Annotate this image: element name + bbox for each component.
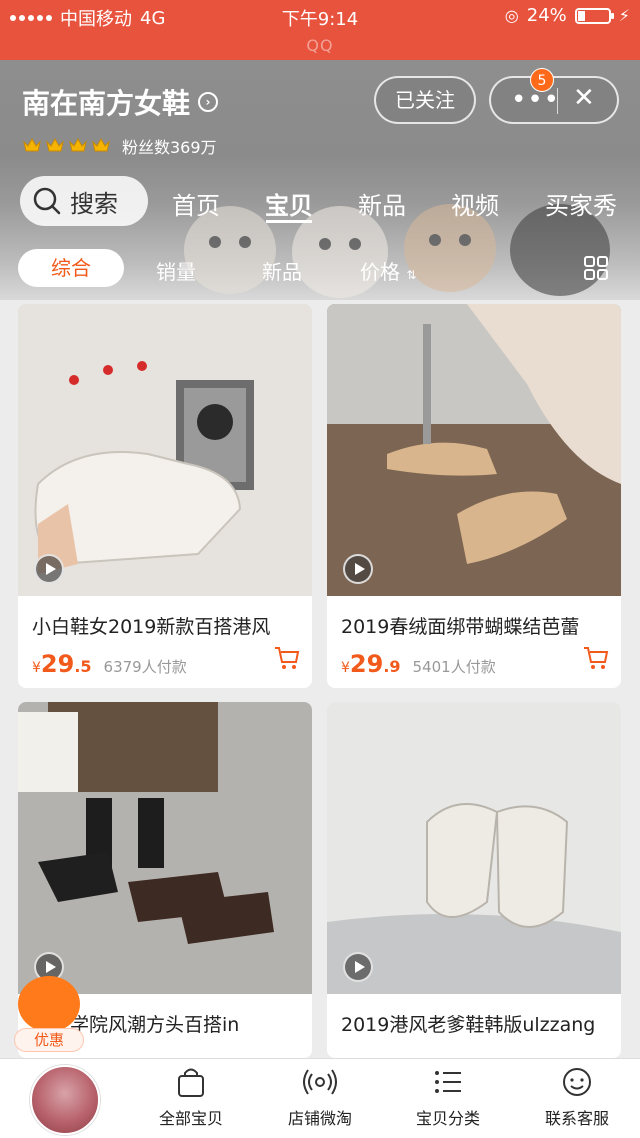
promo-floating-button[interactable]: 优惠: [14, 976, 84, 1056]
fans-count: 粉丝数369万: [122, 138, 217, 157]
tab-buyer-show[interactable]: 买家秀: [545, 186, 617, 221]
bottom-nav-all-items[interactable]: 全部宝贝: [136, 1065, 246, 1129]
capsule-divider: [557, 88, 558, 114]
promo-label: 优惠: [14, 1028, 84, 1052]
product-image: [327, 304, 621, 596]
product-title: 小白鞋女2019新款百搭港风: [32, 616, 271, 638]
mascot-icon: [18, 976, 80, 1032]
close-icon[interactable]: ✕: [573, 83, 595, 113]
search-button[interactable]: 搜索: [20, 176, 148, 226]
crown-icon: [46, 137, 64, 152]
shop-name[interactable]: 南在南方女鞋 ›: [22, 82, 219, 122]
sort-arrows-icon: ⇅: [406, 268, 417, 282]
shop-name-text: 南在南方女鞋: [22, 87, 191, 120]
shopping-bag-icon: [178, 1068, 204, 1097]
orientation-lock-icon: ◎: [504, 6, 519, 25]
play-video-icon[interactable]: [34, 554, 64, 584]
bottom-nav-label: 店铺微淘: [287, 1109, 352, 1128]
charging-icon: ⚡: [618, 6, 630, 25]
filter-price[interactable]: 价格 ⇅: [360, 256, 416, 285]
chevron-right-icon: ›: [198, 92, 219, 112]
product-price: ¥29.9: [341, 650, 401, 678]
grid-view-icon[interactable]: [584, 256, 608, 280]
notification-badge: 5: [530, 68, 554, 92]
status-bar: 中国移动 4G 下午9:14 ◎ 24% ⚡: [0, 0, 640, 32]
shop-avatar[interactable]: [30, 1065, 100, 1135]
crown-icon: [92, 137, 110, 152]
bottom-nav-label: 全部宝贝: [158, 1109, 223, 1128]
crown-icon: [23, 137, 41, 152]
bottom-nav-shop-feed[interactable]: 店铺微淘: [265, 1065, 375, 1129]
tab-items[interactable]: 宝贝: [265, 186, 313, 221]
product-title: 2019春绒面绑带蝴蝶结芭蕾: [341, 616, 580, 638]
add-to-cart-icon[interactable]: [274, 646, 300, 670]
product-card[interactable]: 2019春绒面绑带蝴蝶结芭蕾 ¥29.9 5401人付款: [327, 304, 621, 688]
battery-percent: 24%: [526, 5, 567, 26]
bottom-nav: 全部宝贝 店铺微淘 宝贝分类 联系客服: [0, 1058, 640, 1138]
product-card[interactable]: 2019港风老爹鞋韩版ulzzang: [327, 702, 621, 1058]
filter-sales[interactable]: 销量: [156, 256, 196, 285]
product-title: 2019港风老爹鞋韩版ulzzang: [341, 1014, 596, 1036]
category-list-icon: [435, 1071, 461, 1093]
more-dots-icon[interactable]: •••: [511, 87, 560, 113]
shop-rank-crowns: [22, 136, 111, 154]
tab-home[interactable]: 首页: [172, 186, 220, 221]
battery-fill: [577, 10, 585, 21]
product-image: [327, 702, 621, 994]
search-label: 搜索: [70, 189, 118, 218]
sort-filter-bar: 综合 销量 新品 价格 ⇅: [0, 244, 640, 294]
filter-price-label: 价格: [360, 260, 400, 284]
play-video-icon[interactable]: [343, 952, 373, 982]
follow-button[interactable]: 已关注: [374, 76, 476, 124]
top-menu-capsule: ••• ✕: [489, 76, 619, 124]
sold-count: 6379人付款: [103, 658, 187, 676]
bottom-nav-label: 联系客服: [544, 1109, 609, 1128]
product-image: [18, 702, 312, 994]
tab-new[interactable]: 新品: [358, 186, 406, 221]
shop-header: 南在南方女鞋 › 粉丝数369万 已关注 ••• ✕ 5 搜索 首页 宝贝 新品…: [0, 60, 640, 300]
product-image: [18, 304, 312, 596]
product-price: ¥29.5: [32, 650, 92, 678]
product-card[interactable]: 小白鞋女2019新款百搭港风 ¥29.5 6379人付款: [18, 304, 312, 688]
crown-icon: [69, 137, 87, 152]
broadcast-icon: [303, 1069, 337, 1095]
search-icon: [33, 187, 61, 215]
filter-comprehensive[interactable]: 综合: [18, 249, 124, 287]
sold-count: 5401人付款: [412, 658, 496, 676]
bottom-nav-customer-service[interactable]: 联系客服: [522, 1065, 632, 1129]
bottom-nav-label: 宝贝分类: [415, 1109, 480, 1128]
filter-new[interactable]: 新品: [262, 256, 302, 285]
play-video-icon[interactable]: [343, 554, 373, 584]
bottom-nav-categories[interactable]: 宝贝分类: [393, 1065, 503, 1129]
tab-video[interactable]: 视频: [451, 186, 499, 221]
app-label: QQ: [0, 32, 640, 60]
active-tab-indicator: [266, 220, 312, 223]
customer-service-icon: [563, 1068, 591, 1096]
add-to-cart-icon[interactable]: [583, 646, 609, 670]
battery-icon: [574, 7, 614, 24]
